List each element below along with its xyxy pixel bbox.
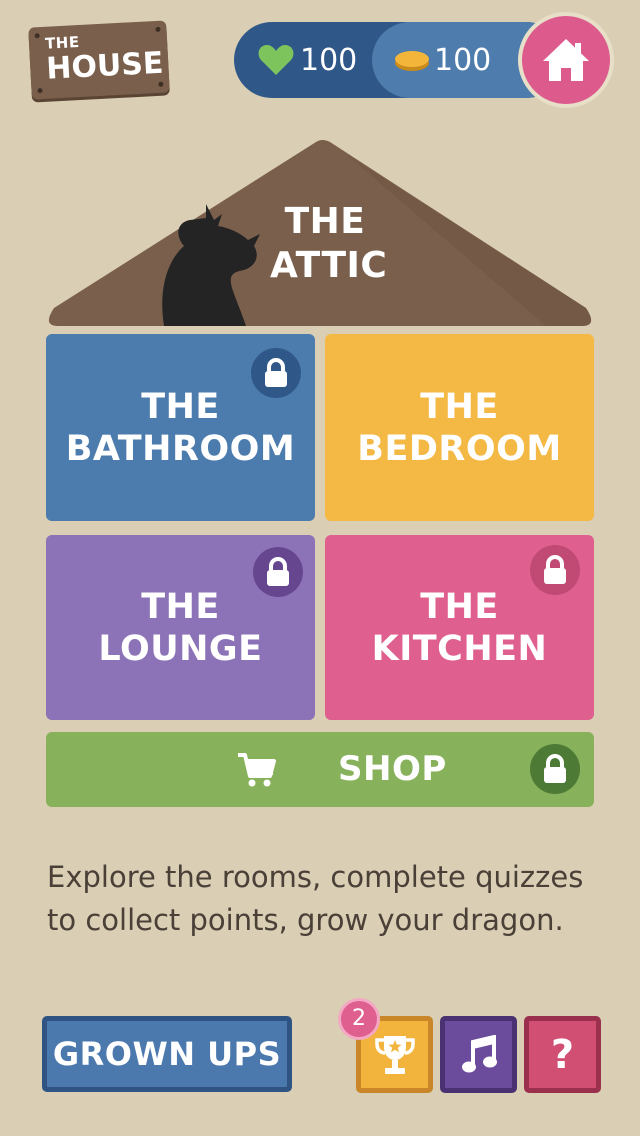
attic-line-1: THE xyxy=(284,201,366,242)
room-title-line-2: KITCHEN xyxy=(371,628,548,669)
room-title-line-2: BATHROOM xyxy=(65,428,296,469)
nail-dot xyxy=(158,81,164,87)
coins-count: 100 xyxy=(434,43,492,78)
lock-icon xyxy=(253,547,303,597)
coin-icon xyxy=(395,51,429,71)
lounge-room-button[interactable]: THE LOUNGE xyxy=(46,535,315,720)
room-title-line-1: THE xyxy=(420,586,499,627)
heart-icon xyxy=(258,45,294,75)
room-title-line-1: THE xyxy=(141,586,220,627)
stats-bar: 100 100 xyxy=(234,22,564,98)
shop-button[interactable]: SHOP xyxy=(46,732,594,807)
instructions-text: Explore the rooms, complete quizzes to c… xyxy=(47,860,584,937)
room-title-line-1: THE xyxy=(141,386,220,427)
house-icon xyxy=(543,39,589,81)
music-note-icon xyxy=(461,1034,497,1072)
grown-ups-label: GROWN UPS xyxy=(52,1035,282,1073)
attic-label: THE ATTIC xyxy=(270,200,388,288)
lock-icon xyxy=(530,545,580,595)
logo-line-2: HOUSE xyxy=(45,45,165,87)
room-title-line-2: BEDROOM xyxy=(357,428,562,469)
bathroom-room-button[interactable]: THE BATHROOM xyxy=(46,334,315,521)
app-logo: THE HOUSE xyxy=(28,20,170,100)
lock-icon xyxy=(530,744,580,794)
trophy-count-badge: 2 xyxy=(338,998,380,1040)
shop-label: SHOP xyxy=(338,749,447,789)
trophy-icon xyxy=(374,1035,415,1074)
nail-dot xyxy=(34,33,40,39)
nail-dot xyxy=(155,26,161,32)
help-question-mark: ? xyxy=(550,1031,575,1078)
room-title-line-1: THE xyxy=(420,386,499,427)
help-button[interactable]: ? xyxy=(524,1016,601,1093)
cart-icon xyxy=(238,753,276,787)
grown-ups-button[interactable]: GROWN UPS xyxy=(42,1016,292,1092)
nail-dot xyxy=(37,88,43,94)
room-title-line-2: LOUNGE xyxy=(98,628,263,669)
lives-count: 100 xyxy=(300,43,358,78)
attic-line-2: ATTIC xyxy=(270,245,388,286)
home-button[interactable] xyxy=(518,12,614,108)
bedroom-room-button[interactable]: THE BEDROOM xyxy=(325,334,594,521)
kitchen-room-button[interactable]: THE KITCHEN xyxy=(325,535,594,720)
music-button[interactable] xyxy=(440,1016,517,1093)
lock-icon xyxy=(251,348,301,398)
